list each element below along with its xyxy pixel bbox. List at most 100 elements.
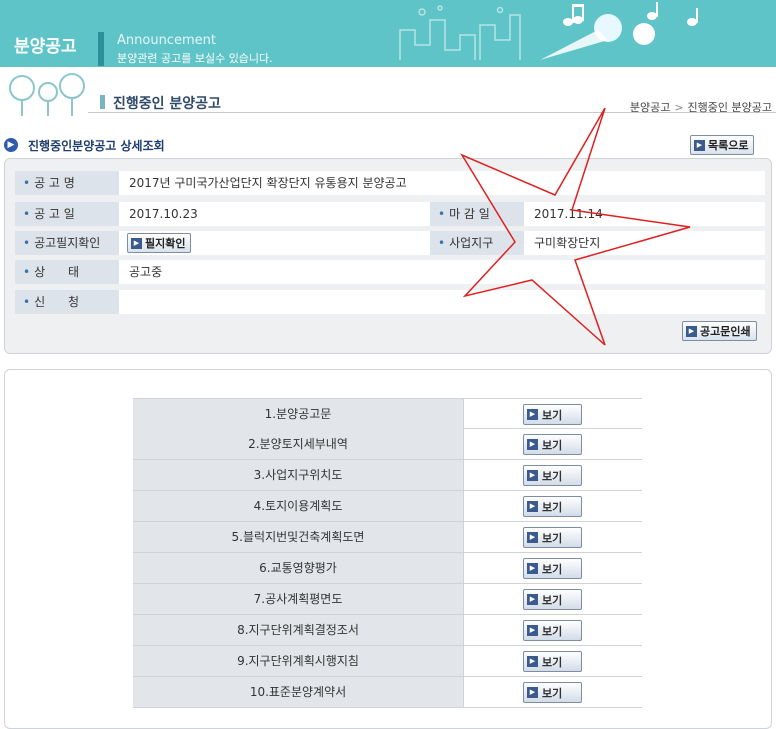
dot-icon: • (438, 207, 446, 221)
view-button-label: 보기 (542, 686, 563, 700)
dot-icon: • (23, 176, 31, 190)
play-triangle-icon: ▶ (527, 501, 538, 512)
label-date: • 공 고 일 (15, 202, 119, 226)
dot-icon: • (23, 265, 31, 279)
list-item: 8.지구단위계획결정조서 ▶ 보기 (133, 615, 642, 646)
view-document-button[interactable]: ▶ 보기 (523, 496, 582, 517)
breadcrumb-separator: > (674, 101, 684, 114)
circles-decoration-icon (9, 73, 85, 116)
view-button-label: 보기 (542, 469, 563, 483)
parcel-check-button[interactable]: ▶ 필지확인 (127, 233, 192, 253)
value-status: 공고중 (129, 265, 163, 279)
view-document-button[interactable]: ▶ 보기 (523, 434, 582, 455)
list-item: 9.지구단위계획시행지침 ▶ 보기 (133, 646, 642, 677)
music-trumpet-decoration-icon (399, 2, 698, 60)
document-label: 5.블럭지번및건축계획도면 (133, 522, 464, 552)
document-label: 3.사업지구위치도 (133, 460, 464, 490)
document-label: 6.교통영향평가 (133, 553, 464, 583)
detail-row-parcel: • 공고필지확인 ▶ 필지확인 • 사업지구 구미확장단지 (15, 231, 765, 255)
document-label: 7.공사계획평면도 (133, 584, 464, 614)
document-label: 4.토지이용계획도 (133, 491, 464, 521)
view-document-button[interactable]: ▶ 보기 (523, 620, 582, 641)
play-triangle-icon: ▶ (694, 139, 705, 151)
view-button-label: 보기 (542, 531, 563, 545)
breadcrumb: 분양공고 > 진행중인 분양공고 (630, 99, 772, 115)
view-document-button[interactable]: ▶ 보기 (523, 651, 582, 672)
value-district: 구미확장단지 (534, 236, 601, 250)
document-label: 9.지구단위계획시행지침 (133, 646, 464, 676)
banner-divider (98, 32, 104, 66)
breadcrumb-item-home[interactable]: 분양공고 (630, 101, 670, 114)
view-button-label: 보기 (542, 562, 563, 576)
label-parcel: • 공고필지확인 (15, 231, 119, 255)
document-label: 8.지구단위계획결정조서 (133, 615, 464, 645)
play-triangle-icon: ▶ (131, 237, 142, 249)
play-triangle-icon: ▶ (527, 439, 538, 450)
dot-icon: • (23, 236, 31, 250)
detail-row-apply: • 신 청 (15, 290, 765, 314)
banner-subtitle-en: Announcement (117, 33, 216, 48)
view-document-button[interactable]: ▶ 보기 (523, 682, 582, 703)
list-item: 1.분양공고문 ▶ 보기 (133, 398, 642, 429)
view-button-label: 보기 (542, 593, 563, 607)
banner-title: 분양공고 (14, 37, 77, 57)
play-triangle-icon: ▶ (527, 594, 538, 605)
value-name: 2017년 구미국가산업단지 확장단지 유통용지 분양공고 (129, 176, 407, 190)
parcel-check-label: 필지확인 (145, 237, 186, 250)
list-item: 10.표준분양계약서 ▶ 보기 (133, 677, 642, 708)
dot-icon: • (23, 207, 31, 221)
label-deadline: • 마 감 일 (430, 202, 524, 226)
view-button-label: 보기 (542, 408, 563, 422)
page-title: 진행중인 분양공고 (113, 96, 221, 112)
print-announcement-label: 공고문인쇄 (700, 325, 751, 338)
view-document-button[interactable]: ▶ 보기 (523, 558, 582, 579)
view-document-button[interactable]: ▶ 보기 (523, 404, 582, 425)
announcement-detail-panel: • 공 고 명 2017년 구미국가산업단지 확장단지 유통용지 분양공고 • 공 … (4, 158, 772, 354)
play-triangle-icon: ▶ (527, 687, 538, 698)
label-deadline-text: 마 감 일 (449, 207, 490, 221)
label-district-text: 사업지구 (449, 236, 494, 250)
play-triangle-icon: ▶ (686, 325, 697, 337)
list-item: 2.분양토지세부내역 ▶ 보기 (133, 429, 642, 460)
list-item: 3.사업지구위치도 ▶ 보기 (133, 460, 642, 491)
view-button-label: 보기 (542, 655, 563, 669)
view-button-label: 보기 (542, 500, 563, 514)
detail-row-status: • 상 태 공고중 (15, 260, 765, 284)
breadcrumb-item-current: 진행중인 분양공고 (687, 101, 772, 114)
back-to-list-button[interactable]: ▶ 목록으로 (690, 135, 755, 155)
view-document-button[interactable]: ▶ 보기 (523, 465, 582, 486)
view-document-button[interactable]: ▶ 보기 (523, 589, 582, 610)
play-triangle-icon: ▶ (527, 656, 538, 667)
label-apply-text: 신 청 (34, 295, 80, 309)
value-date: 2017.10.23 (129, 207, 198, 221)
play-triangle-icon: ▶ (527, 470, 538, 481)
document-label: 2.분양토지세부내역 (133, 429, 464, 459)
detail-row-date: • 공 고 일 2017.10.23 • 마 감 일 2017.11.14 (15, 202, 765, 226)
document-label: 10.표준분양계약서 (133, 677, 464, 707)
label-apply: • 신 청 (15, 290, 119, 314)
list-item: 7.공사계획평면도 ▶ 보기 (133, 584, 642, 615)
play-triangle-icon: ▶ (527, 563, 538, 574)
list-item: 6.교통영향평가 ▶ 보기 (133, 553, 642, 584)
label-status: • 상 태 (15, 260, 119, 284)
print-announcement-button[interactable]: ▶ 공고문인쇄 (682, 321, 757, 341)
dot-icon: • (438, 236, 446, 250)
value-apply (119, 290, 129, 314)
view-button-label: 보기 (542, 624, 563, 638)
detail-row-name: • 공 고 명 2017년 구미국가산업단지 확장단지 유통용지 분양공고 (15, 171, 765, 195)
label-date-text: 공 고 일 (34, 207, 75, 221)
top-banner: 분양공고 Announcement 분양관련 공고를 보실수 있습니다. (0, 0, 776, 67)
back-to-list-label: 목록으로 (708, 139, 749, 152)
page-heading-marker (100, 95, 105, 109)
label-district: • 사업지구 (430, 231, 524, 255)
label-status-text: 상 태 (34, 265, 80, 279)
value-deadline: 2017.11.14 (534, 207, 603, 221)
play-triangle-icon: ▶ (527, 409, 538, 420)
label-parcel-text: 공고필지확인 (34, 236, 101, 250)
list-item: 5.블럭지번및건축계획도면 ▶ 보기 (133, 522, 642, 553)
view-document-button[interactable]: ▶ 보기 (523, 527, 582, 548)
play-triangle-icon: ▶ (527, 532, 538, 543)
label-name-text: 공 고 명 (34, 176, 75, 190)
document-label: 1.분양공고문 (133, 399, 464, 429)
label-name: • 공 고 명 (15, 171, 119, 195)
